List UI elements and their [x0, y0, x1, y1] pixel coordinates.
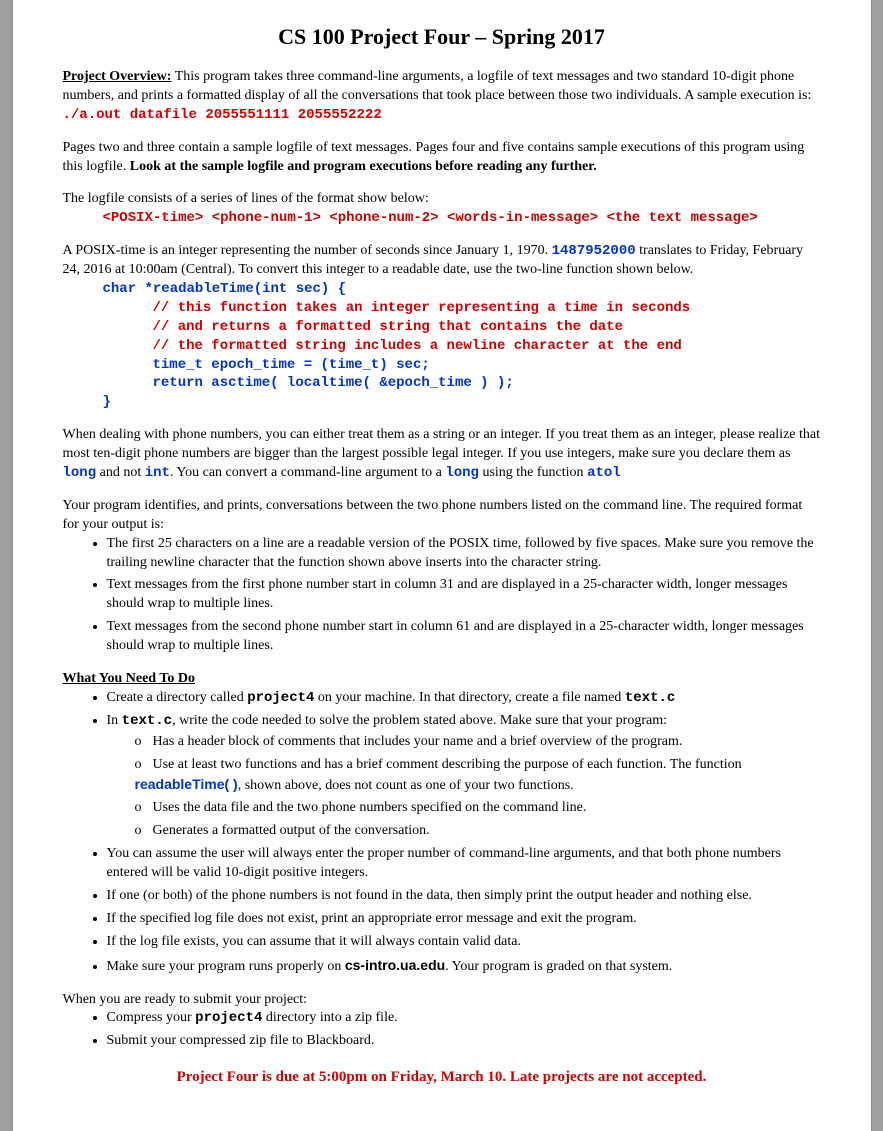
int-keyword: int — [145, 465, 170, 481]
long-keyword-2: long — [445, 465, 479, 481]
list-item: Generates a formatted output of the conv… — [135, 822, 821, 841]
posix-text-1: A POSIX-time is an integer representing … — [63, 243, 552, 258]
submit-intro: When you are ready to submit your projec… — [63, 991, 821, 1010]
list-item: In text.c, write the code needed to solv… — [107, 712, 821, 841]
need-2a: In — [107, 713, 122, 728]
list-item: The first 25 characters on a line are a … — [107, 535, 821, 573]
sub-2b: , shown above, does not count as one of … — [238, 778, 574, 793]
readabletime-func: readableTime( ) — [135, 776, 238, 792]
code-line-2: // this function takes an integer repres… — [153, 299, 821, 318]
textc-filename-2: text.c — [122, 713, 172, 729]
posix-example-number: 1487952000 — [552, 243, 636, 259]
project-overview-paragraph: Project Overview: This program takes thr… — [63, 68, 821, 125]
project4-dirname-2: project4 — [195, 1010, 262, 1026]
need-7a: Make sure your program runs properly on — [107, 959, 345, 974]
what-you-need-heading: What You Need To Do — [63, 670, 821, 689]
pages-note-emphasis: Look at the sample logfile and program e… — [130, 159, 597, 174]
sub-list: Has a header block of comments that incl… — [107, 733, 821, 841]
need-1a: Create a directory called — [107, 690, 248, 705]
sub-4: Generates a formatted output of the conv… — [153, 823, 430, 838]
code-line-4: // the formatted string includes a newli… — [153, 337, 821, 356]
list-item: You can assume the user will always ente… — [107, 845, 821, 883]
phone-text-1: When dealing with phone numbers, you can… — [63, 427, 821, 461]
need-1b: on your machine. In that directory, crea… — [314, 690, 624, 705]
list-item: Compress your project4 directory into a … — [107, 1009, 821, 1028]
list-item: Create a directory called project4 on yo… — [107, 689, 821, 708]
due-date-line: Project Four is due at 5:00pm on Friday,… — [63, 1067, 821, 1087]
list-item: Make sure your program runs properly on … — [107, 956, 821, 977]
code-line-6: return asctime( localtime( &epoch_time )… — [153, 374, 821, 393]
phone-text-2: and not — [96, 465, 145, 480]
code-block: char *readableTime(int sec) { // this fu… — [63, 280, 821, 412]
need-7b: . Your program is graded on that system. — [445, 959, 672, 974]
document-page: CS 100 Project Four – Spring 2017 Projec… — [12, 0, 872, 1131]
csintro-host: cs-intro.ua.edu — [345, 957, 445, 973]
output-format-list: The first 25 characters on a line are a … — [63, 535, 821, 656]
sub-3: Uses the data file and the two phone num… — [153, 800, 587, 815]
submit-1b: directory into a zip file. — [262, 1010, 397, 1025]
list-item: If the specified log file does not exist… — [107, 910, 821, 929]
list-item: Text messages from the first phone numbe… — [107, 576, 821, 614]
list-item: Has a header block of comments that incl… — [135, 733, 821, 752]
code-line-7: } — [103, 393, 821, 412]
phone-text-4: using the function — [479, 465, 587, 480]
sample-exec-command: ./a.out datafile 2055551111 2055552222 — [63, 107, 382, 123]
phone-text-3: . You can convert a command-line argumen… — [170, 465, 445, 480]
logfile-format: <POSIX-time> <phone-num-1> <phone-num-2>… — [103, 209, 821, 228]
project4-dirname: project4 — [247, 690, 314, 706]
submit-list: Compress your project4 directory into a … — [63, 1009, 821, 1051]
identify-intro: Your program identifies, and prints, con… — [63, 497, 821, 535]
code-line-1: char *readableTime(int sec) { — [103, 280, 821, 299]
phone-number-paragraph: When dealing with phone numbers, you can… — [63, 426, 821, 483]
list-item: Submit your compressed zip file to Black… — [107, 1032, 821, 1051]
overview-text: This program takes three command-line ar… — [63, 69, 812, 103]
logfile-intro: The logfile consists of a series of line… — [63, 190, 821, 209]
code-line-3: // and returns a formatted string that c… — [153, 318, 821, 337]
list-item: Use at least two functions and has a bri… — [135, 756, 821, 796]
atol-keyword: atol — [587, 465, 621, 481]
what-you-need-list: Create a directory called project4 on yo… — [63, 689, 821, 977]
list-item: If the log file exists, you can assume t… — [107, 933, 821, 952]
sub-1: Has a header block of comments that incl… — [153, 734, 683, 749]
long-keyword: long — [63, 465, 97, 481]
submit-1a: Compress your — [107, 1010, 196, 1025]
need-2b: , write the code needed to solve the pro… — [172, 713, 667, 728]
list-item: Uses the data file and the two phone num… — [135, 799, 821, 818]
textc-filename: text.c — [625, 690, 675, 706]
list-item: If one (or both) of the phone numbers is… — [107, 887, 821, 906]
list-item: Text messages from the second phone numb… — [107, 618, 821, 656]
posix-paragraph: A POSIX-time is an integer representing … — [63, 242, 821, 280]
code-line-5: time_t epoch_time = (time_t) sec; — [153, 356, 821, 375]
sub-2a: Use at least two functions and has a bri… — [153, 757, 742, 772]
page-title: CS 100 Project Four – Spring 2017 — [63, 24, 821, 50]
pages-note-paragraph: Pages two and three contain a sample log… — [63, 139, 821, 177]
overview-label: Project Overview: — [63, 69, 172, 84]
